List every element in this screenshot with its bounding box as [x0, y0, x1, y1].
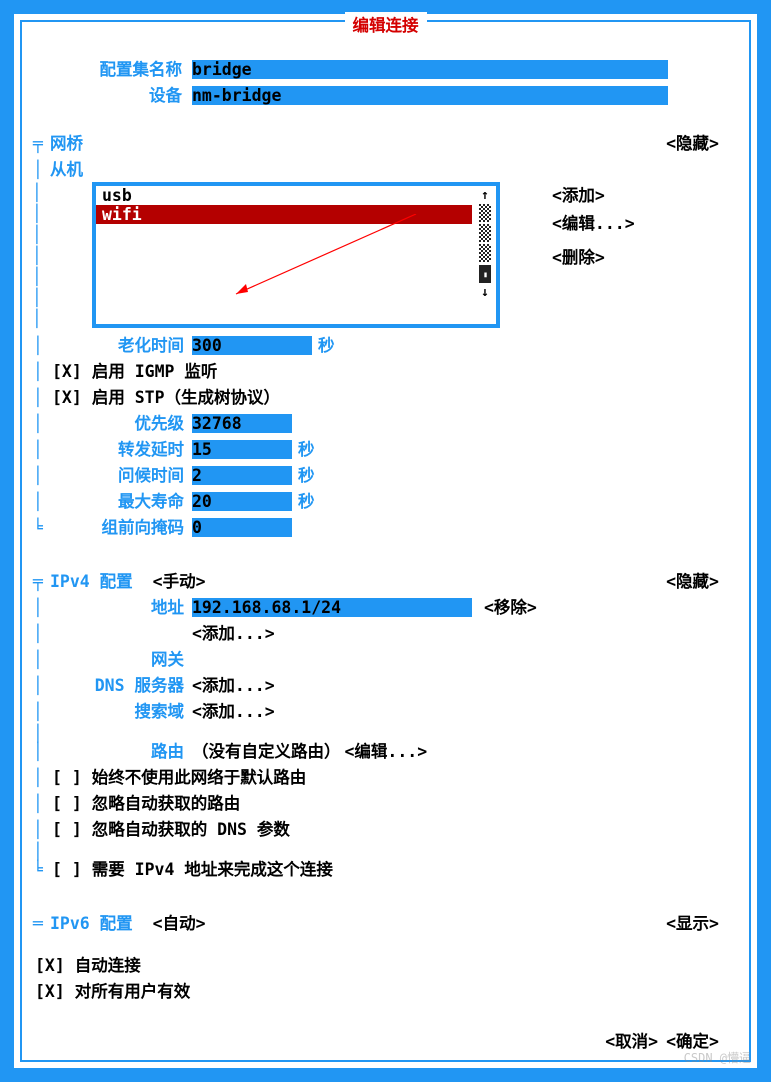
- slave-delete-button[interactable]: <删除>: [552, 244, 635, 272]
- fwd-delay-label: 转发延时: [44, 436, 184, 460]
- ipv4-routing-label: 路由: [44, 738, 184, 762]
- slave-item-usb[interactable]: usb: [96, 186, 472, 205]
- auto-connect-checkbox[interactable]: [X] 自动连接: [35, 952, 141, 976]
- ipv6-section-label: IPv6 配置: [50, 910, 133, 934]
- ipv4-section-label: IPv4 配置: [50, 568, 133, 592]
- ipv4-addr-label: 地址: [44, 594, 184, 618]
- ipv6-method-select[interactable]: <自动>: [153, 910, 206, 934]
- ipv4-ignore-routes-checkbox[interactable]: [ ] 忽略自动获取的路由: [52, 790, 240, 814]
- gfm-input[interactable]: 0: [192, 518, 292, 537]
- dialog-title: 编辑连接: [345, 12, 427, 36]
- ipv4-routing-edit-button[interactable]: <编辑...>: [345, 738, 428, 762]
- profile-name-input[interactable]: bridge: [192, 60, 668, 79]
- hello-unit: 秒: [298, 462, 315, 486]
- ipv4-method-select[interactable]: <手动>: [153, 568, 206, 592]
- profile-name-label: 配置集名称: [82, 56, 182, 80]
- hello-label: 问候时间: [44, 462, 184, 486]
- fwd-delay-unit: 秒: [298, 436, 315, 460]
- aging-input[interactable]: 300: [192, 336, 312, 355]
- ipv4-gateway-label: 网关: [44, 646, 184, 670]
- aging-label: 老化时间: [44, 332, 184, 356]
- ipv4-dns-add-button[interactable]: <添加...>: [192, 672, 275, 696]
- watermark: CSDN @懵逼: [684, 1049, 751, 1066]
- igmp-checkbox[interactable]: [X]: [52, 362, 82, 381]
- ipv4-search-label: 搜索域: [44, 698, 184, 722]
- aging-unit: 秒: [318, 332, 335, 356]
- cancel-button[interactable]: <取消>: [605, 1028, 658, 1052]
- scroll-thumb[interactable]: ▮: [479, 265, 491, 283]
- ipv6-show-button[interactable]: <显示>: [666, 910, 719, 934]
- slave-item-wifi[interactable]: wifi: [96, 205, 472, 224]
- ipv4-ignore-dns-checkbox[interactable]: [ ] 忽略自动获取的 DNS 参数: [52, 816, 290, 840]
- device-label: 设备: [82, 82, 182, 106]
- ipv4-hide-button[interactable]: <隐藏>: [666, 568, 719, 592]
- slave-edit-button[interactable]: <编辑...>: [552, 210, 635, 238]
- ipv4-addr-input[interactable]: 192.168.68.1/24: [192, 598, 472, 617]
- stp-label: 启用 STP（生成树协议）: [92, 384, 280, 408]
- slave-add-button[interactable]: <添加>: [552, 182, 635, 210]
- maxage-input[interactable]: 20: [192, 492, 292, 511]
- all-users-checkbox[interactable]: [X] 对所有用户有效: [35, 978, 190, 1002]
- device-input[interactable]: nm-bridge: [192, 86, 668, 105]
- stp-checkbox[interactable]: [X]: [52, 388, 82, 407]
- maxage-unit: 秒: [298, 488, 315, 512]
- slaves-listbox[interactable]: usb wifi ↑ ▮ ↓: [92, 182, 500, 328]
- ipv4-never-default-checkbox[interactable]: [ ] 始终不使用此网络于默认路由: [52, 764, 306, 788]
- bridge-section-toggle[interactable]: ╤: [32, 134, 44, 153]
- maxage-label: 最大寿命: [44, 488, 184, 512]
- priority-input[interactable]: 32768: [192, 414, 292, 433]
- ipv4-addr-add-button[interactable]: <添加...>: [192, 620, 275, 644]
- scroll-up-icon[interactable]: ↑: [481, 188, 489, 203]
- ipv4-addr-remove-button[interactable]: <移除>: [484, 594, 537, 618]
- ipv4-dns-label: DNS 服务器: [44, 672, 184, 696]
- ipv6-section-toggle[interactable]: ═: [32, 914, 44, 933]
- bridge-section-label: 网桥: [50, 130, 83, 154]
- hello-input[interactable]: 2: [192, 466, 292, 485]
- fwd-delay-input[interactable]: 15: [192, 440, 292, 459]
- gfm-label: 组前向掩码: [44, 514, 184, 538]
- priority-label: 优先级: [44, 410, 184, 434]
- igmp-label: 启用 IGMP 监听: [92, 358, 218, 382]
- ipv4-search-add-button[interactable]: <添加...>: [192, 698, 275, 722]
- slaves-scrollbar[interactable]: ↑ ▮ ↓: [478, 188, 492, 322]
- ipv4-section-toggle[interactable]: ╤: [32, 572, 44, 591]
- ipv4-routing-none: （没有自定义路由）: [192, 738, 341, 762]
- bridge-hide-button[interactable]: <隐藏>: [666, 130, 719, 154]
- ipv4-require-checkbox[interactable]: [ ] 需要 IPv4 地址来完成这个连接: [52, 856, 333, 880]
- scroll-down-icon[interactable]: ↓: [481, 285, 489, 300]
- slaves-label: 从机: [50, 156, 83, 180]
